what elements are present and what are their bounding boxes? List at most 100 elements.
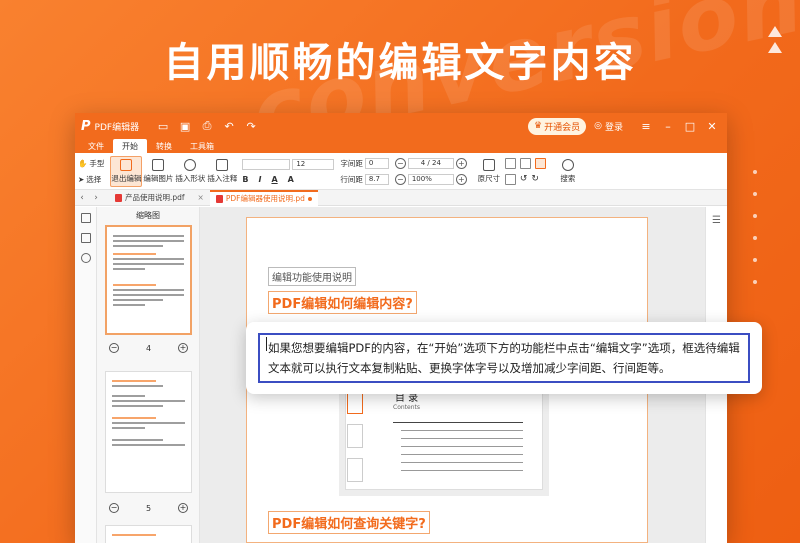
- pdf-file-icon: [215, 194, 223, 203]
- forward-arrow-icon[interactable]: ›: [89, 193, 103, 203]
- ribbon-toolbar: ✋ 手型 ➤ 选择 退出编辑 编辑图片 插入形状 插入注释 12 B I A A…: [75, 153, 727, 190]
- thumbnail-panel-title: 缩略图: [136, 211, 160, 220]
- close-tab-icon[interactable]: ×: [198, 193, 204, 202]
- thumbnail-controls: − 4 +: [105, 343, 192, 353]
- edit-text-icon: [120, 158, 133, 171]
- user-icon: ◎: [594, 121, 602, 131]
- search-button[interactable]: 搜索: [552, 156, 584, 187]
- folder-icon[interactable]: ▭: [155, 118, 171, 134]
- select-tool-label: 选择: [86, 174, 102, 184]
- thumbnail-page-number: 4: [145, 343, 152, 353]
- zoom-minus-icon[interactable]: −: [394, 173, 406, 185]
- image-icon: [152, 158, 165, 171]
- search-panel-icon[interactable]: [80, 253, 91, 263]
- hand-icon: ✋: [78, 158, 88, 168]
- exit-edit-label: 退出编辑: [111, 173, 142, 183]
- tab-convert[interactable]: 转换: [147, 139, 181, 153]
- redo-icon[interactable]: ↷: [243, 118, 259, 134]
- title-bar: P PDF编辑器 ▭ ▣ ⎙ ↶ ↷ ♛ 开通会员 ◎ 登录 ≡ – □ ✕: [75, 113, 727, 139]
- thumbnail-controls: − 5 +: [105, 503, 192, 513]
- print-icon[interactable]: ⎙: [199, 118, 215, 134]
- zoom-in-icon[interactable]: +: [455, 157, 467, 169]
- editing-text-content[interactable]: 如果您想要编辑PDF的内容，在“开始”选项下方的功能栏中点击“编辑文字”选项，框…: [268, 341, 740, 375]
- doc-tab-product-manual[interactable]: 产品使用说明.pdf ×: [109, 190, 210, 206]
- back-arrow-icon[interactable]: ‹: [75, 193, 89, 203]
- search-icon: [561, 158, 574, 171]
- add-page-icon[interactable]: +: [178, 503, 188, 513]
- heading-edit-content[interactable]: PDF编辑如何编辑内容?: [268, 291, 417, 314]
- line-spacing-input[interactable]: 8.7: [364, 173, 389, 185]
- thumbnail-page[interactable]: [105, 371, 192, 493]
- tab-toolbox[interactable]: 工具箱: [181, 139, 223, 153]
- doc-tab-editor-manual[interactable]: PDF编辑器使用说明.pd: [209, 189, 318, 206]
- actual-size-label: 原尺寸: [477, 173, 501, 183]
- select-tool-button[interactable]: ➤ 选择: [78, 174, 104, 185]
- hand-tool-label: 手型: [89, 158, 105, 168]
- search-label: 搜索: [560, 173, 576, 183]
- left-sidebar: [75, 207, 97, 543]
- app-logo-icon: P: [81, 118, 91, 134]
- tab-start[interactable]: 开始: [113, 139, 147, 153]
- rotate-right-icon[interactable]: ↻: [531, 174, 539, 184]
- editing-text-box[interactable]: 如果您想要编辑PDF的内容，在“开始”选项下方的功能栏中点击“编辑文字”选项，框…: [258, 333, 750, 383]
- doc-tab-label: 产品使用说明.pdf: [125, 193, 185, 202]
- save-icon[interactable]: ▣: [177, 118, 193, 134]
- toc-subtitle: Contents: [393, 404, 420, 411]
- modified-indicator: [307, 196, 312, 201]
- single-page-icon[interactable]: [504, 157, 516, 169]
- menu-icon[interactable]: ≡: [637, 120, 655, 133]
- login-button[interactable]: ◎ 登录: [594, 120, 623, 133]
- continuous-page-icon[interactable]: [534, 157, 546, 169]
- add-page-icon[interactable]: +: [178, 343, 188, 353]
- edit-image-label: 编辑图片: [143, 173, 174, 183]
- thumbnail-page-number: 5: [145, 503, 152, 513]
- toc-lines: [393, 422, 523, 478]
- exit-edit-button[interactable]: 退出编辑: [110, 155, 143, 187]
- font-color-button[interactable]: A: [271, 175, 277, 184]
- doc-tab-label: PDF编辑器使用说明.pd: [225, 194, 305, 203]
- font-size-select[interactable]: 12: [292, 158, 335, 170]
- fit-page-icon[interactable]: [504, 173, 516, 185]
- remove-page-icon[interactable]: −: [109, 503, 119, 513]
- hand-tool-button[interactable]: ✋ 手型: [78, 158, 104, 169]
- cursor-icon: ➤: [78, 174, 85, 184]
- zoom-out-icon[interactable]: −: [394, 157, 406, 169]
- insert-shape-button[interactable]: 插入形状: [174, 156, 206, 187]
- pdf-file-icon: [115, 193, 122, 202]
- text-color-button[interactable]: A: [288, 175, 294, 184]
- app-name: PDF编辑器: [94, 122, 140, 133]
- embedded-thumb: [347, 424, 363, 448]
- section-label[interactable]: 编辑功能使用说明: [268, 267, 356, 286]
- page-number-input[interactable]: 4 / 24: [407, 157, 454, 169]
- minimize-icon[interactable]: –: [659, 120, 677, 133]
- actual-size-icon: [482, 158, 495, 171]
- insert-note-label: 插入注释: [207, 173, 238, 183]
- heading-search-keyword[interactable]: PDF编辑如何查询关键字?: [268, 511, 430, 534]
- insert-note-button[interactable]: 插入注释: [206, 156, 238, 187]
- thumbnail-page[interactable]: [105, 525, 192, 543]
- remove-page-icon[interactable]: −: [109, 343, 119, 353]
- promo-headline: 自用顺畅的编辑文字内容: [163, 40, 637, 86]
- zoom-plus-icon[interactable]: +: [455, 173, 467, 185]
- actual-size-button[interactable]: 原尺寸: [473, 156, 505, 187]
- bold-button[interactable]: B: [242, 175, 248, 184]
- thumbnail-panel-icon[interactable]: [80, 213, 91, 223]
- login-label: 登录: [604, 122, 623, 133]
- double-page-icon[interactable]: [519, 157, 531, 169]
- thumbnail-page[interactable]: [105, 225, 192, 335]
- italic-button[interactable]: I: [258, 175, 261, 184]
- note-icon: [216, 158, 229, 171]
- undo-icon[interactable]: ↶: [221, 118, 237, 134]
- close-icon[interactable]: ✕: [703, 120, 721, 133]
- edit-image-button[interactable]: 编辑图片: [142, 156, 174, 187]
- char-spacing-input[interactable]: 0: [364, 157, 389, 169]
- bookmark-icon[interactable]: [80, 233, 91, 243]
- thumbnail-panel: 缩略图 − 4 + − 5 +: [97, 207, 200, 543]
- vip-button[interactable]: ♛ 开通会员: [528, 117, 587, 135]
- zoom-select[interactable]: 100%: [407, 173, 454, 185]
- tab-file[interactable]: 文件: [79, 139, 113, 153]
- crown-icon: ♛: [534, 121, 543, 131]
- rotate-left-icon[interactable]: ↺: [520, 174, 528, 184]
- maximize-icon[interactable]: □: [681, 120, 699, 133]
- font-name-select[interactable]: [242, 158, 291, 170]
